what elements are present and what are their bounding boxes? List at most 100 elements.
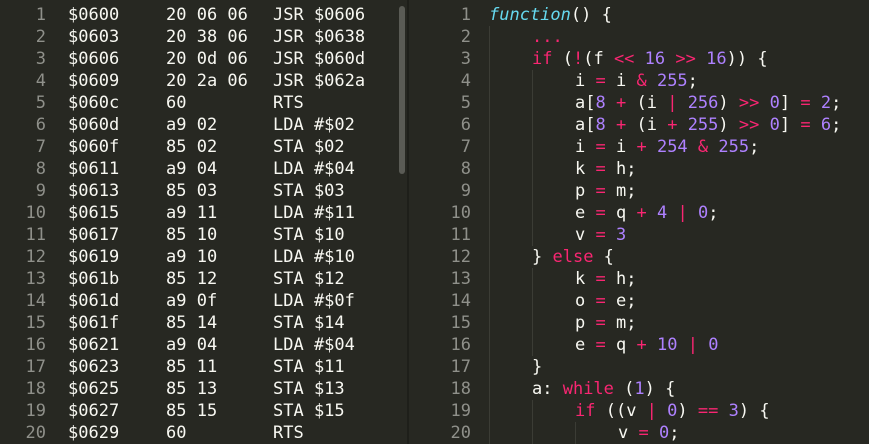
js-code: if ((v | 0) == 3) { [575,400,770,422]
asm-address: $0613 [68,181,120,201]
code-token: e [575,203,596,223]
line-number: 2 [460,27,471,47]
asm-address: $060c [68,93,120,113]
asm-instruction: RTS [273,423,304,443]
code-token: i [575,137,596,157]
js-line[interactable]: 20 v = 0; [407,422,869,444]
js-line[interactable]: 17} [407,356,869,378]
asm-line[interactable]: 14 $061d a9 0f LDA #$0f [0,290,407,312]
code-token: e; [605,291,637,311]
asm-line[interactable]: 18 $0625 85 13 STA $13 [0,378,407,400]
code-token: 8 [595,115,606,135]
assembly-pane[interactable]: 1 $0600 20 06 06 JSR $0606 2 $0603 20 38 06 JSR… [0,0,407,444]
code-token: i [605,71,637,91]
code-token: == [697,401,719,421]
js-line[interactable]: 9 p = m; [407,180,869,202]
indent-guide [489,158,490,180]
code-token: | [687,335,698,355]
asm-line[interactable]: 11 $0617 85 10 STA $10 [0,224,407,246]
indent-guide [532,422,533,444]
asm-address: $061d [68,291,120,311]
asm-line[interactable]: 10 $0615 a9 11 LDA #$11 [0,202,407,224]
pane-divider[interactable] [407,0,409,444]
asm-line[interactable]: 4 $0609 20 2a 06 JSR $062a [0,70,407,92]
code-token: = [595,71,606,91]
code-token: 8 [595,93,606,113]
asm-instruction: LDA #$04 [273,335,355,355]
indent-guide [489,312,490,334]
line-number: 20 [25,423,46,443]
indent-guide [489,290,490,312]
asm-line[interactable]: 15 $061f 85 14 STA $14 [0,312,407,334]
asm-address: $0615 [68,203,120,223]
code-token: 0 [697,203,709,223]
code-token: ; [749,137,760,157]
code-token: v [618,423,639,443]
asm-line[interactable]: 8 $0611 a9 04 LDA #$04 [0,158,407,180]
code-token: ; [831,115,842,135]
js-line[interactable]: 12} else { [407,246,869,268]
code-token: ; [831,93,842,113]
js-line[interactable]: 5 a[8 + (i | 256) >> 0] = 2; [407,92,869,114]
code-token: i [575,71,596,91]
asm-instruction: STA $03 [273,181,345,201]
js-line[interactable]: 1 function() { [407,4,869,26]
scrollbar-thumb[interactable] [399,6,405,174]
asm-instruction: RTS [273,93,304,113]
code-token: else [552,247,594,267]
asm-line[interactable]: 9 $0613 85 03 STA $03 [0,180,407,202]
asm-address: $0603 [68,27,120,47]
js-line[interactable]: 11 v = 3 [407,224,869,246]
asm-line[interactable]: 3 $0606 20 0d 06 JSR $060d [0,48,407,70]
js-line[interactable]: 18 a: while (1) { [407,378,869,400]
asm-hex-bytes: 85 13 [166,379,218,399]
js-line[interactable]: 16 e = q + 10 | 0 [407,334,869,356]
js-code: } else { [532,246,614,268]
js-line[interactable]: 13 k = h; [407,268,869,290]
asm-line[interactable]: 17 $0623 85 11 STA $11 [0,356,407,378]
js-line[interactable]: 2... [407,26,869,48]
js-line[interactable]: 19 if ((v | 0) == 3) { [407,400,869,422]
code-token: & [697,137,709,157]
asm-address: $0606 [68,49,120,69]
js-line[interactable]: 10 e = q + 4 | 0; [407,202,869,224]
asm-line[interactable]: 7 $060f 85 02 STA $02 [0,136,407,158]
javascript-pane[interactable]: 1 function() {2... 3 if (!(f << 16 >> 16)) … [407,0,869,444]
line-number: 7 [460,137,471,157]
asm-line[interactable]: 16 $0621 a9 04 LDA #$04 [0,334,407,356]
asm-line[interactable]: 19 $0627 85 15 STA $15 [0,400,407,422]
js-line[interactable]: 7 i = i + 254 & 255; [407,136,869,158]
code-token: = [595,137,606,157]
indent-guide [532,334,533,356]
asm-line[interactable]: 2 $0603 20 38 06 JSR $0638 [0,26,407,48]
js-line[interactable]: 14 o = e; [407,290,869,312]
asm-address: $060d [68,115,120,135]
js-line[interactable]: 4 i = i & 255; [407,70,869,92]
asm-hex-bytes: a9 04 [166,335,218,355]
asm-line[interactable]: 1 $0600 20 06 06 JSR $0606 [0,4,407,26]
asm-instruction: LDA #$04 [273,159,355,179]
asm-line[interactable]: 13 $061b 85 12 STA $12 [0,268,407,290]
indent-guide [489,136,490,158]
asm-line[interactable]: 12 $0619 a9 10 LDA #$10 [0,246,407,268]
asm-hex-bytes: 85 03 [166,181,218,201]
code-token: << [613,49,635,69]
line-number: 9 [460,181,471,201]
line-number: 1 [460,5,471,25]
code-token: + [636,335,647,355]
js-line[interactable]: 15 p = m; [407,312,869,334]
asm-line[interactable]: 5 $060c 60 RTS [0,92,407,114]
js-line[interactable]: 3 if (!(f << 16 >> 16)) { [407,48,869,70]
js-line[interactable]: 8 k = h; [407,158,869,180]
asm-line[interactable]: 6 $060d a9 02 LDA #$02 [0,114,407,136]
asm-line[interactable]: 20 $0629 60 RTS [0,422,407,444]
code-token: q [605,203,637,223]
js-line[interactable]: 6 a[8 + (i + 255) >> 0] = 6; [407,114,869,136]
